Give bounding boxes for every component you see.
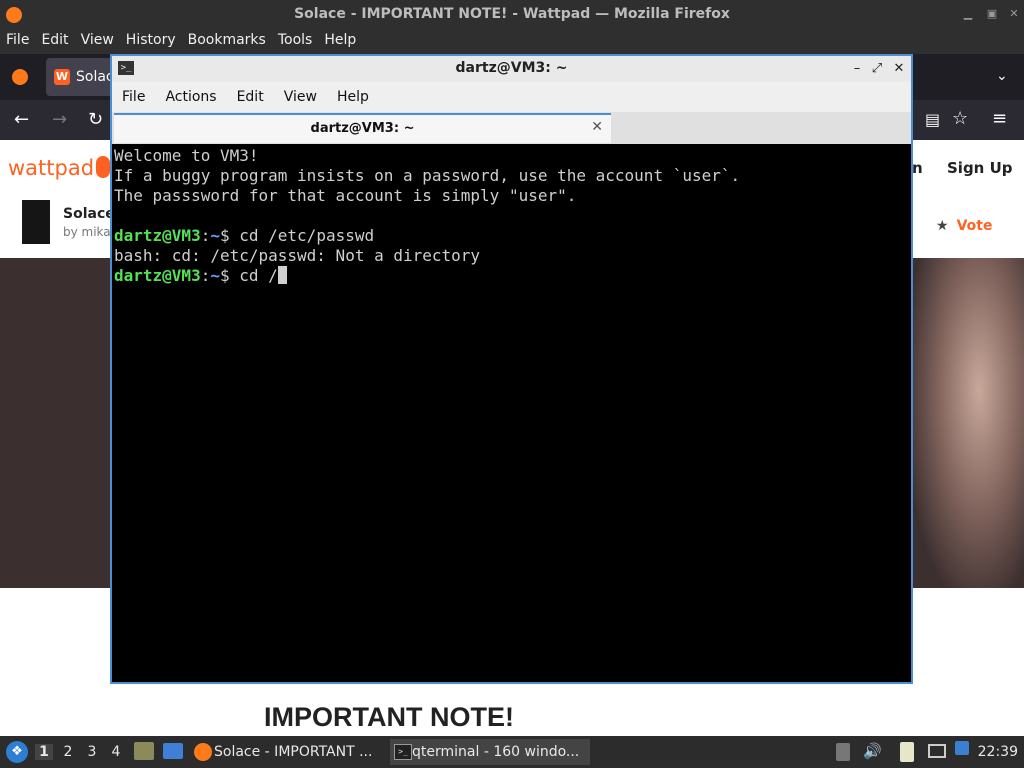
bookmark-star-icon[interactable]: ☆ <box>952 108 968 129</box>
wattpad-logo-mark-icon <box>96 156 110 178</box>
minimize-icon[interactable]: ▁ <box>962 8 974 20</box>
prompt-dollar: $ <box>219 266 240 285</box>
terminal-menu-help[interactable]: Help <box>327 82 379 105</box>
terminal-icon: >_ <box>394 744 412 760</box>
firefox-window-title: Solace - IMPORTANT NOTE! - Wattpad — Moz… <box>294 6 730 22</box>
maximize-icon[interactable]: ⤢ <box>870 61 884 76</box>
menu-bookmarks[interactable]: Bookmarks <box>182 30 272 48</box>
terminal-prompt-line: dartz@VM3:~$ cd /etc/passwd <box>114 226 909 246</box>
volume-icon[interactable]: 🔊 <box>863 742 882 760</box>
terminal-line: The passsword for that account is simply… <box>114 186 577 205</box>
reader-view-icon[interactable]: ▤ <box>925 110 940 129</box>
terminal-window-title: dartz@VM3: ~ <box>455 60 568 76</box>
prompt-path: ~ <box>210 266 220 285</box>
terminal-tab-label: dartz@VM3: ~ <box>310 121 415 136</box>
taskbar: ❖ 1 2 3 4 Solace - IMPORTANT ... >_ qter… <box>0 736 1024 768</box>
close-icon[interactable]: ✕ <box>1008 8 1020 20</box>
terminal-line: Welcome to VM3! <box>114 146 259 165</box>
firefox-view-icon[interactable] <box>12 69 28 85</box>
terminal-prompt-line: dartz@VM3:~$ cd / <box>114 266 909 286</box>
terminal-tab[interactable]: dartz@VM3: ~ ✕ <box>114 113 611 143</box>
back-arrow-icon[interactable]: ← <box>14 109 29 130</box>
notification-icon[interactable] <box>955 741 969 755</box>
maximize-icon[interactable]: ▣ <box>986 8 998 20</box>
taskbar-item-label: Solace - IMPORTANT ... <box>214 744 373 760</box>
command-input[interactable]: cd / <box>239 266 278 285</box>
terminal-menu-view[interactable]: View <box>274 82 327 105</box>
terminal-menu-file[interactable]: File <box>112 82 155 105</box>
chapter-heading: IMPORTANT NOTE! <box>264 702 514 732</box>
terminal-menu-actions[interactable]: Actions <box>155 82 226 105</box>
updates-icon[interactable] <box>836 743 850 761</box>
tab-list-chevron-down-icon[interactable]: ⌄ <box>996 68 1008 84</box>
close-icon[interactable]: ✕ <box>892 61 906 76</box>
menu-view[interactable]: View <box>75 30 120 48</box>
story-cover-image[interactable] <box>22 200 50 244</box>
text-cursor <box>277 266 287 284</box>
command-text: cd /etc/passwd <box>239 226 375 245</box>
menu-edit[interactable]: Edit <box>35 30 74 48</box>
prompt-separator: : <box>200 266 211 285</box>
menu-tools[interactable]: Tools <box>272 30 319 48</box>
login-link[interactable]: n <box>912 159 923 177</box>
star-icon: ★ <box>936 218 949 234</box>
file-manager-icon[interactable] <box>134 742 154 760</box>
firefox-tab-solace[interactable]: W Solac <box>46 58 116 96</box>
taskbar-item-qterminal[interactable]: >_ qterminal - 160 windo... <box>390 739 590 765</box>
clipboard-icon[interactable] <box>900 742 914 762</box>
prompt-user: dartz@VM3 <box>114 226 201 245</box>
minimize-icon[interactable]: – <box>850 61 864 76</box>
menu-file[interactable]: File <box>0 30 35 48</box>
terminal-line: If a buggy program insists on a password… <box>114 166 741 185</box>
menu-history[interactable]: History <box>120 30 182 48</box>
terminal-menu-edit[interactable]: Edit <box>227 82 274 105</box>
terminal-menubar: File Actions Edit View Help <box>112 82 911 112</box>
firefox-menubar: File Edit View History Bookmarks Tools Help <box>0 30 1024 54</box>
tab-label: Solac <box>76 69 114 85</box>
hero-image <box>912 258 1024 588</box>
firefox-titlebar: Solace - IMPORTANT NOTE! - Wattpad — Moz… <box>0 0 1024 30</box>
sign-up-link[interactable]: Sign Up <box>947 159 1013 177</box>
terminal-titlebar[interactable]: >_ dartz@VM3: ~ – ⤢ ✕ <box>112 56 911 82</box>
forward-arrow-icon[interactable]: → <box>52 109 67 130</box>
menu-help[interactable]: Help <box>318 30 362 48</box>
reload-icon[interactable]: ↻ <box>88 109 103 130</box>
firefox-icon <box>194 743 212 761</box>
terminal-window[interactable]: >_ dartz@VM3: ~ – ⤢ ✕ File Actions Edit Vie… <box>110 54 913 684</box>
network-icon[interactable] <box>928 744 946 758</box>
vote-button[interactable]: ★ Vote <box>936 218 992 234</box>
workspace-3[interactable]: 3 <box>83 744 101 760</box>
start-menu-icon[interactable]: ❖ <box>6 741 28 763</box>
prompt-separator: : <box>200 226 211 245</box>
wattpad-logo[interactable]: wattpad <box>8 156 94 180</box>
prompt-dollar: $ <box>219 226 240 245</box>
taskbar-item-firefox[interactable]: Solace - IMPORTANT ... <box>192 739 382 765</box>
vote-label: Vote <box>956 218 993 234</box>
terminal-output[interactable]: Welcome to VM3! If a buggy program insist… <box>114 146 909 680</box>
hamburger-menu-icon[interactable]: ≡ <box>992 108 1007 129</box>
prompt-user: dartz@VM3 <box>114 266 201 285</box>
close-tab-icon[interactable]: ✕ <box>591 119 603 135</box>
workspace-2[interactable]: 2 <box>59 744 77 760</box>
terminal-error-line: bash: cd: /etc/passwd: Not a directory <box>114 246 481 265</box>
workspace-1[interactable]: 1 <box>35 744 53 760</box>
show-desktop-icon[interactable] <box>163 743 183 759</box>
story-title[interactable]: Solace <box>63 206 115 222</box>
story-author[interactable]: by mikaf <box>63 225 115 239</box>
workspace-4[interactable]: 4 <box>107 744 125 760</box>
taskbar-item-label: qterminal - 160 windo... <box>412 744 580 760</box>
wattpad-favicon-icon: W <box>54 69 70 85</box>
clock[interactable]: 22:39 <box>978 744 1018 760</box>
prompt-path: ~ <box>210 226 220 245</box>
